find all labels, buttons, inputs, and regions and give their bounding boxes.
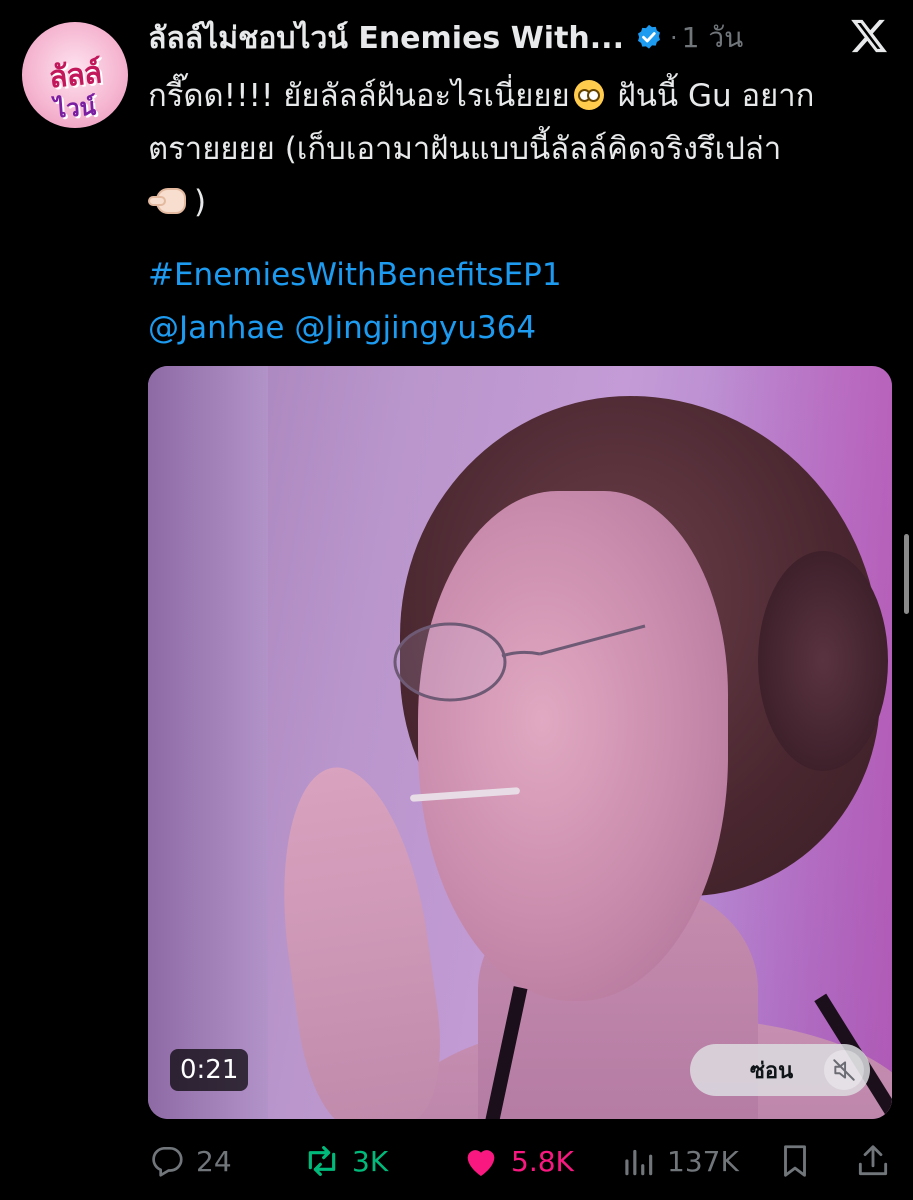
tweet-text-segment: ฝันนี้ Gu อยาก	[607, 78, 815, 114]
hide-button-label: ซ่อน	[750, 1058, 794, 1084]
tweet-links: #EnemiesWithBenefitsEP1 @Janhae @Jingjin…	[148, 249, 562, 355]
avatar[interactable]: ลัลล์ ไวน์	[22, 22, 128, 128]
heart-icon	[467, 1150, 495, 1176]
flushed-face-emoji-icon	[573, 80, 604, 110]
video-background	[148, 366, 268, 1119]
x-logo-icon[interactable]	[849, 16, 889, 56]
hashtag-link[interactable]: #EnemiesWithBenefitsEP1	[148, 249, 562, 302]
tweet-line-1: กรี๊ดด!!!! ยัยลัลล์ฝันอะไรเนี่ยยย ฝันนี้…	[148, 70, 888, 123]
verified-badge-icon	[634, 23, 664, 53]
bookmark-icon	[784, 1145, 806, 1177]
tweet-text-segment: )	[194, 184, 207, 220]
views-button[interactable]: 137K	[619, 1136, 739, 1186]
speaker-muted-icon[interactable]	[824, 1050, 864, 1090]
tweet-actions-bar: 24 3K 5.8K 137K	[148, 1136, 892, 1186]
video-subject-hair-bun	[758, 551, 888, 771]
retweet-button[interactable]: 3K	[302, 1136, 388, 1186]
like-count: 5.8K	[511, 1144, 574, 1178]
video-player[interactable]: 0:21 ซ่อน	[148, 366, 892, 1119]
tweet-text-segment: กรี๊ดด!!!! ยัยลัลล์ฝันอะไรเนี่ยยย	[148, 78, 570, 114]
time-separator: ·	[669, 24, 678, 52]
author-display-name[interactable]: ลัลล์ไม่ชอบไวน์ Enemies With...	[148, 15, 624, 62]
tweet-line-2: ตรายยยย (เก็บเอามาฝันแบบนี้ลัลล์คิดจริงร…	[148, 131, 782, 167]
mention-links[interactable]: @Janhae @Jingjingyu364	[148, 302, 562, 355]
reply-count: 24	[196, 1144, 232, 1178]
video-subject-glasses	[393, 622, 646, 702]
tweet-header: ลัลล์ไม่ชอบไวน์ Enemies With... · 1 วัน	[148, 18, 848, 58]
tweet-body: กรี๊ดด!!!! ยัยลัลล์ฝันอะไรเนี่ยยย ฝันนี้…	[148, 70, 888, 229]
reply-icon	[152, 1146, 183, 1177]
backhand-index-pointing-emoji-icon	[148, 186, 194, 216]
views-icon	[625, 1149, 653, 1176]
scrollbar-thumb[interactable]	[904, 534, 909, 614]
tweet-line-3: )	[148, 176, 888, 229]
share-icon	[858, 1145, 888, 1176]
bookmark-button[interactable]	[776, 1136, 824, 1186]
video-subject-face	[418, 491, 728, 1001]
video-duration-badge: 0:21	[170, 1049, 249, 1091]
views-count: 137K	[667, 1144, 739, 1178]
retweet-count: 3K	[352, 1144, 389, 1178]
avatar-logo-mark-2: ไวน์	[53, 92, 97, 124]
share-button[interactable]	[854, 1136, 902, 1186]
like-button[interactable]: 5.8K	[461, 1136, 574, 1186]
reply-button[interactable]: 24	[148, 1136, 232, 1186]
retweet-icon	[308, 1146, 336, 1176]
tweet-timestamp[interactable]: 1 วัน	[682, 16, 744, 60]
hide-button[interactable]: ซ่อน	[690, 1044, 870, 1096]
